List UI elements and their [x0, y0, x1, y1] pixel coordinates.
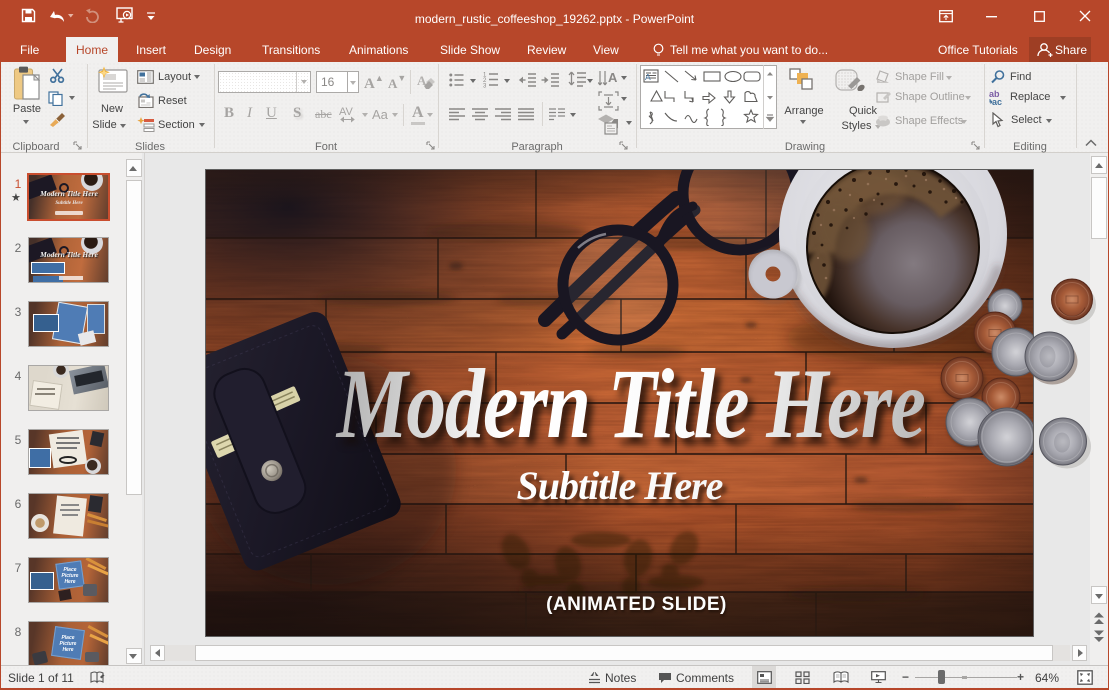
svg-text:AV: AV	[339, 106, 354, 118]
svg-text:A: A	[608, 70, 618, 85]
svg-text:ac: ac	[992, 97, 1002, 106]
svg-text:A: A	[645, 72, 651, 82]
svg-text:3: 3	[483, 84, 487, 89]
